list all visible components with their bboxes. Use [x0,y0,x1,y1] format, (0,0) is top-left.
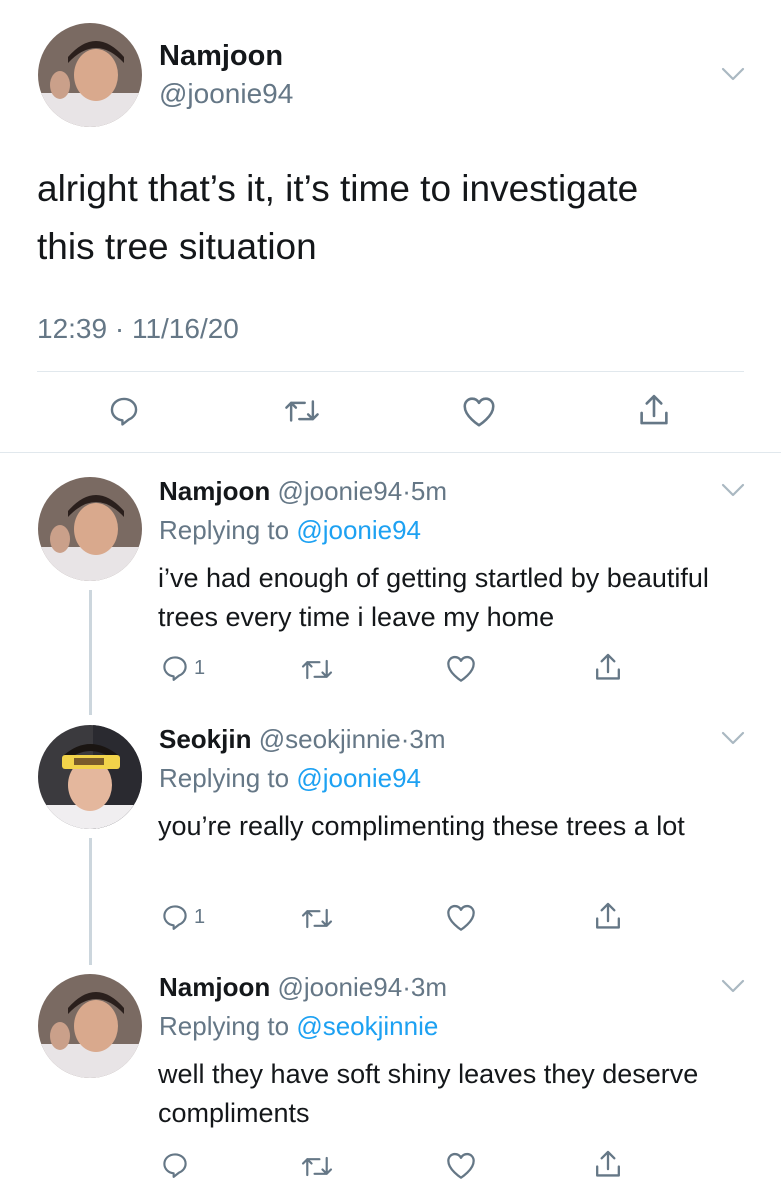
reply-header: Seokjin @seokjinnie·3m [159,724,446,755]
retweet-icon [300,1153,334,1180]
chevron-down-icon[interactable] [721,482,745,498]
like-button[interactable] [461,394,497,428]
reply-button[interactable] [160,1150,194,1180]
reply-handle[interactable]: @joonie94 [277,972,402,1002]
reply-count: 1 [194,905,206,928]
main-tweet-text-line: this tree situation [37,226,317,267]
reply-header: Namjoon @joonie94·5m [159,476,447,507]
avatar[interactable] [38,974,142,1078]
retweet-icon [300,656,334,683]
reply-icon [160,1150,190,1180]
reply-time[interactable]: 5m [411,476,447,506]
main-tweet-text-line: alright that’s it, it’s time to investig… [37,168,639,209]
avatar[interactable] [38,725,142,829]
heart-icon [445,902,477,932]
avatar[interactable] [38,23,142,127]
thread-line [89,838,92,965]
reply-text: i’ve had enough of getting startled by b… [158,563,709,632]
thread-line [89,590,92,715]
reply-icon [160,902,190,932]
like-button[interactable] [445,1150,477,1180]
reply-name[interactable]: Namjoon [159,972,270,1002]
reply-handle[interactable]: @seokjinnie [259,724,401,754]
reply-handle[interactable]: @joonie94 [277,476,402,506]
chevron-down-icon[interactable] [721,978,745,994]
heart-icon [461,394,497,428]
divider [37,371,744,372]
separator: · [402,476,411,506]
like-button[interactable] [445,902,477,932]
chevron-down-icon[interactable] [721,730,745,746]
retweet-icon [300,905,334,932]
reply-text: you’re really complimenting these trees … [158,811,685,841]
reply-time[interactable]: 3m [409,724,445,754]
like-button[interactable] [445,653,477,683]
reply-time[interactable]: 3m [411,972,447,1002]
share-icon [594,900,622,932]
chevron-down-icon[interactable] [721,66,745,82]
main-tweet-timestamp[interactable]: 12:39 · 11/16/20 [37,313,239,345]
reply-icon [160,653,190,683]
replying-to-link[interactable]: @joonie94 [296,515,421,545]
retweet-button[interactable] [300,1153,334,1180]
main-tweet-name[interactable]: Namjoon [159,40,283,73]
retweet-button[interactable] [283,396,321,426]
replying-to-link[interactable]: @joonie94 [296,763,421,793]
replying-to-link[interactable]: @seokjinnie [296,1011,438,1041]
replying-to: Replying to @seokjinnie [159,1011,438,1042]
reply-button[interactable] [107,394,141,428]
share-button[interactable] [594,900,622,932]
reply-count: 1 [194,656,206,679]
reply-text: well they have soft shiny leaves they de… [158,1059,699,1128]
main-tweet-text: alright that’s it, it’s time to investig… [37,160,638,276]
avatar[interactable] [38,477,142,581]
share-icon [594,1148,622,1180]
replying-label: Replying to [159,1011,290,1041]
share-icon [594,651,622,683]
retweet-button[interactable] [300,656,334,683]
retweet-button[interactable] [300,905,334,932]
reply-button[interactable]: 1 [160,902,205,932]
heart-icon [445,1150,477,1180]
replying-to: Replying to @joonie94 [159,763,421,794]
replying-to: Replying to @joonie94 [159,515,421,546]
separator: · [402,972,411,1002]
reply-name[interactable]: Namjoon [159,476,270,506]
replying-label: Replying to [159,515,290,545]
divider [0,452,781,453]
share-button[interactable] [594,651,622,683]
share-button[interactable] [594,1148,622,1180]
heart-icon [445,653,477,683]
replying-label: Replying to [159,763,290,793]
reply-header: Namjoon @joonie94·3m [159,972,447,1003]
share-icon [638,392,670,428]
main-tweet-handle[interactable]: @joonie94 [159,78,293,110]
reply-icon [107,394,141,428]
reply-name[interactable]: Seokjin [159,724,251,754]
reply-button[interactable]: 1 [160,653,205,683]
share-button[interactable] [638,392,670,428]
retweet-icon [283,396,321,426]
